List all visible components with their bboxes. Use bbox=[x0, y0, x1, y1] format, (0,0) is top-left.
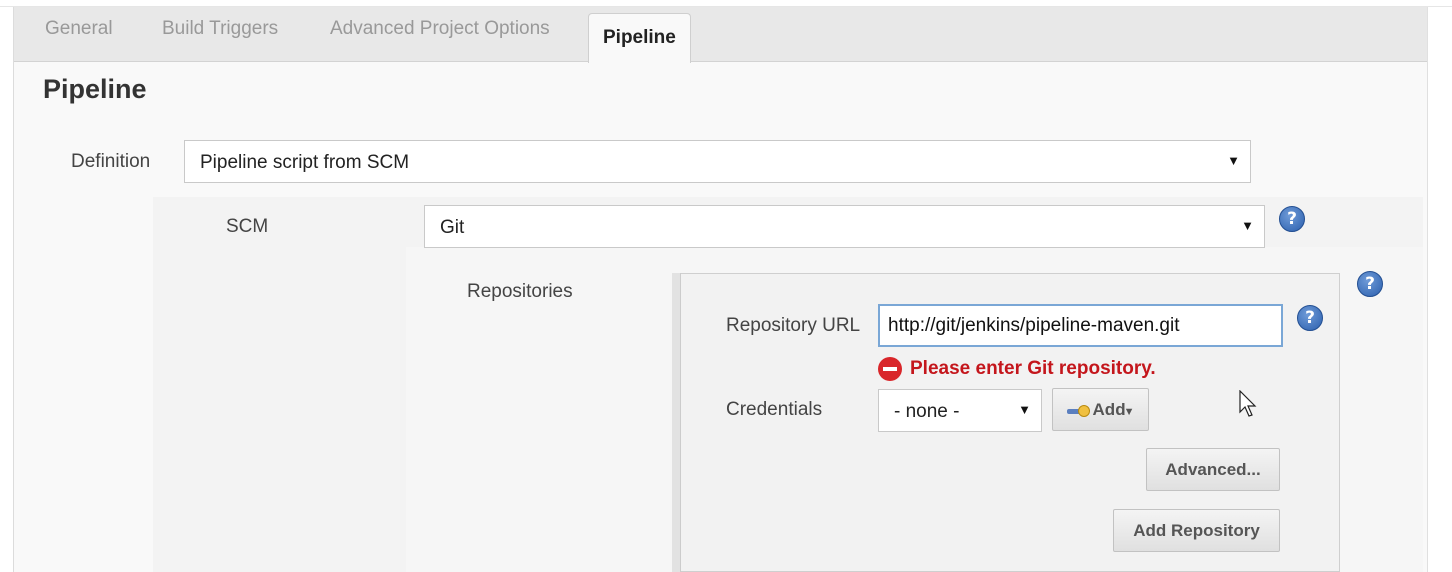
definition-select-value: Pipeline script from SCM bbox=[200, 152, 410, 173]
key-icon bbox=[1066, 404, 1090, 417]
definition-select[interactable]: Pipeline script from SCM ▼ bbox=[184, 140, 1251, 183]
credentials-label: Credentials bbox=[726, 399, 823, 420]
dropdown-arrow-icon: ▼ bbox=[1227, 153, 1240, 168]
repository-url-label: Repository URL bbox=[726, 315, 861, 336]
error-icon bbox=[878, 357, 902, 381]
tab-advanced-project-options[interactable]: Advanced Project Options bbox=[330, 18, 550, 40]
tab-build-triggers[interactable]: Build Triggers bbox=[162, 18, 278, 40]
scm-help-icon[interactable]: ? bbox=[1279, 206, 1305, 232]
repositories-label: Repositories bbox=[467, 281, 573, 302]
add-credentials-button[interactable]: Add▼ bbox=[1052, 388, 1149, 431]
repository-url-error-text: Please enter Git repository. bbox=[910, 358, 1156, 379]
add-credentials-label: Add bbox=[1092, 400, 1126, 419]
add-repository-button[interactable]: Add Repository bbox=[1113, 509, 1280, 552]
scm-select[interactable]: Git ▼ bbox=[424, 205, 1265, 248]
section-title: Pipeline bbox=[43, 74, 147, 104]
repository-url-error: Please enter Git repository. bbox=[878, 356, 1156, 382]
definition-label: Definition bbox=[71, 151, 151, 172]
dropdown-arrow-icon: ▼ bbox=[1018, 402, 1031, 417]
tab-general[interactable]: General bbox=[45, 18, 113, 40]
scm-label: SCM bbox=[226, 216, 269, 237]
credentials-select-value: - none - bbox=[894, 401, 960, 422]
repositories-help-icon[interactable]: ? bbox=[1357, 271, 1383, 297]
credentials-select[interactable]: - none - ▼ bbox=[878, 389, 1042, 432]
caret-down-icon: ▼ bbox=[1123, 406, 1135, 418]
dropdown-arrow-icon: ▼ bbox=[1241, 218, 1254, 233]
repository-url-help-icon[interactable]: ? bbox=[1297, 305, 1323, 331]
scm-select-value: Git bbox=[440, 217, 465, 238]
advanced-button[interactable]: Advanced... bbox=[1146, 448, 1280, 491]
repositories-box-handle bbox=[672, 273, 681, 572]
tab-pipeline[interactable]: Pipeline bbox=[588, 13, 691, 63]
mouse-cursor-icon bbox=[1239, 390, 1257, 417]
repository-url-input[interactable]: http://git/jenkins/pipeline-maven.git bbox=[878, 304, 1283, 347]
right-edge-line bbox=[1427, 7, 1428, 572]
